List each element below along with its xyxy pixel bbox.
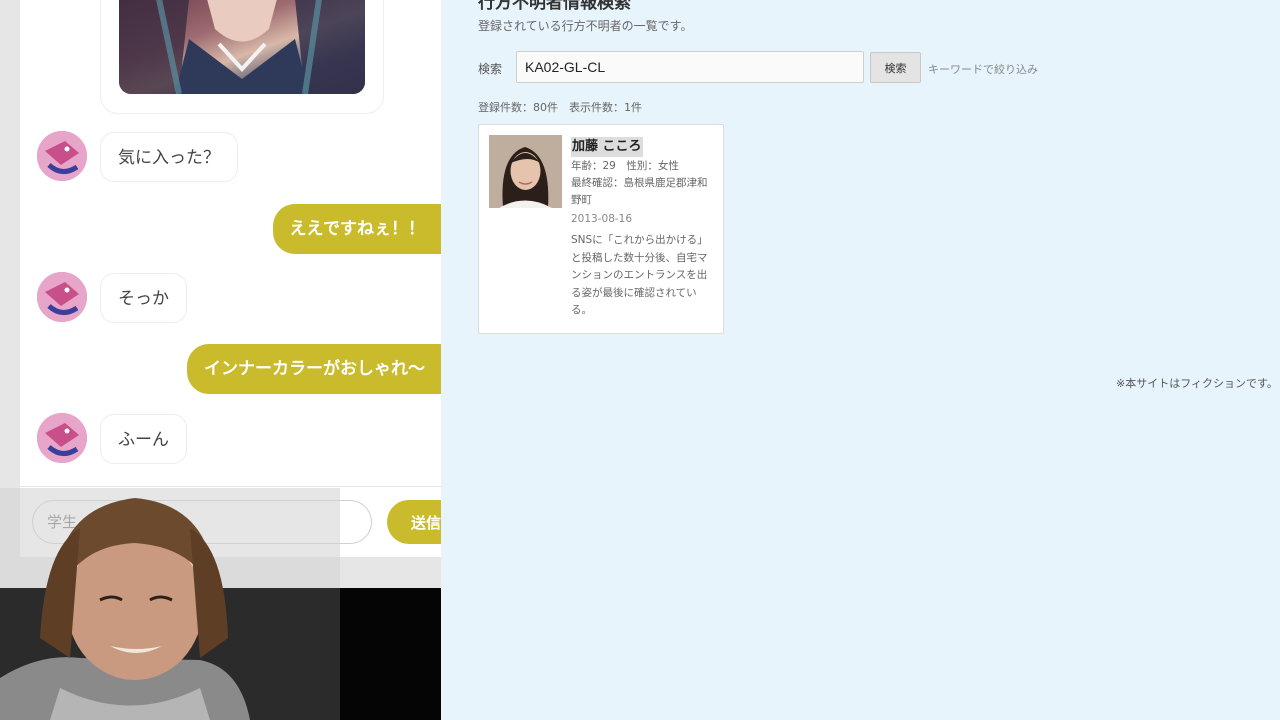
search-input[interactable] [516,51,864,83]
bot-avatar [37,131,87,181]
message-bubble-incoming: そっか [100,273,187,323]
message-bubble-incoming: 気に入った？ [100,132,238,182]
person-description: SNSに「これから出かける」と投稿した数十分後、自宅マンションのエントランスを出… [571,234,708,316]
search-label: 検索 [478,62,503,76]
result-count: 登録件数：80件 表示件数：1件 [478,101,642,114]
streamer-figure [0,498,250,720]
image-message-bubble [100,0,384,114]
page-description: 登録されている行方不明者の一覧です。 [478,19,693,33]
person-photo [489,135,562,208]
person-result-card[interactable]: 加藤 こころ 年齢：29 性別：女性 最終確認：島根県鹿足郡津和野町 2013-… [478,124,724,334]
chat-panel: 気に入った？ ええですねぇ！！ そっか インナーカラーがおしゃれ〜 ふーん [20,0,441,556]
missing-persons-search-page: 行方不明者情報検索 登録されている行方不明者の一覧です。 検索 検索 キーワード… [441,0,1280,720]
bot-avatar [37,272,87,322]
search-button[interactable]: 検索 [870,52,921,83]
fiction-disclaimer: ※本サイトはフィクションです。 [1116,377,1278,390]
webcam-overlay [0,488,441,720]
message-bubble-incoming: ふーん [100,414,187,464]
anime-character-image[interactable] [119,0,365,94]
person-name[interactable]: 加藤 こころ [571,137,643,157]
message-bubble-outgoing: ええですねぇ！！ [272,204,441,254]
message-bubble-outgoing: インナーカラーがおしゃれ〜 [187,344,441,394]
search-hint: キーワードで絞り込み [928,63,1038,76]
person-date: 2013-08-16 [571,213,633,225]
person-last-seen: 最終確認：島根県鹿足郡津和野町 [571,177,708,206]
person-age-gender: 年齢：29 性別：女性 [571,160,679,172]
person-info: 加藤 こころ 年齢：29 性別：女性 最終確認：島根県鹿足郡津和野町 2013-… [571,135,713,320]
bot-avatar [37,413,87,463]
page-title: 行方不明者情報検索 [478,0,631,13]
